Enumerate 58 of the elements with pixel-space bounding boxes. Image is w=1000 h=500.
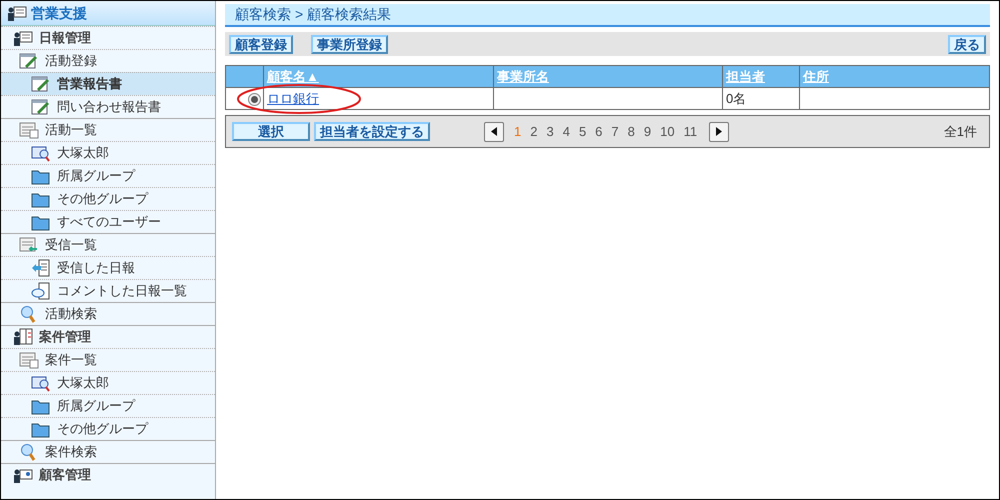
breadcrumb-current: 顧客検索結果: [307, 5, 392, 24]
document-list-icon: [19, 121, 39, 139]
total-count: 全1件: [944, 122, 977, 141]
sidebar-item[interactable]: 大塚太郎: [1, 371, 215, 394]
table-cell: 0名: [726, 90, 746, 106]
page-number[interactable]: 6: [595, 122, 602, 142]
sidebar-item[interactable]: すべてのユーザー: [1, 210, 215, 233]
form-pen-icon: [31, 75, 51, 93]
inbox-list-icon: [19, 236, 39, 254]
toolbar-button[interactable]: 顧客登録: [229, 34, 293, 54]
page-number[interactable]: 11: [684, 122, 698, 142]
page-number[interactable]: 9: [644, 122, 652, 142]
card-magnifier-icon: [31, 374, 51, 392]
sidebar-item[interactable]: 営業報告書: [1, 72, 215, 95]
sidebar-title: 営業支援: [31, 4, 87, 22]
left-triangle-icon: [491, 127, 497, 136]
document-arrow-icon: [31, 259, 51, 277]
document-list-icon: [19, 351, 39, 369]
footer-button[interactable]: 担当者を設定する: [314, 122, 430, 141]
sidebar-item[interactable]: その他グループ: [1, 187, 215, 210]
sidebar-item[interactable]: 大塚太郎: [1, 141, 215, 164]
page-number[interactable]: 8: [628, 122, 635, 142]
sidebar-item[interactable]: 問い合わせ報告書: [1, 95, 215, 118]
person-document-icon: [7, 4, 27, 22]
back-button[interactable]: 戻る: [948, 34, 986, 54]
previous-page-button[interactable]: [484, 122, 504, 142]
sidebar-item[interactable]: 受信一覧: [1, 233, 215, 256]
sidebar-item[interactable]: コメントした日報一覧: [1, 279, 215, 302]
form-pen-icon: [31, 98, 51, 116]
page-number[interactable]: 5: [578, 122, 586, 142]
sidebar-item[interactable]: 受信した日報: [1, 256, 215, 279]
speech-bubble-document-icon: [31, 282, 51, 300]
sidebar-item[interactable]: その他グループ: [1, 417, 215, 440]
sidebar-item[interactable]: 所属グループ: [1, 394, 215, 417]
sidebar-item[interactable]: 所属グループ: [1, 164, 215, 187]
sidebar-item[interactable]: 案件一覧: [1, 348, 215, 371]
sidebar-item[interactable]: 案件検索: [1, 440, 215, 463]
page-number[interactable]: 10: [660, 122, 675, 142]
person-document-icon: [13, 29, 33, 47]
sidebar-section-header[interactable]: 日報管理: [1, 26, 215, 49]
page-number[interactable]: 3: [546, 122, 554, 142]
card-magnifier-icon: [31, 144, 51, 162]
breadcrumb-link[interactable]: 顧客検索: [235, 4, 291, 25]
next-page-button[interactable]: [709, 122, 730, 142]
breadcrumb-separator: >: [295, 5, 304, 24]
sidebar-item[interactable]: 活動一覧: [1, 118, 215, 141]
footer-button[interactable]: 選択: [232, 122, 310, 141]
page-number[interactable]: 4: [562, 122, 570, 142]
toolbar-button[interactable]: 事業所登録: [311, 34, 388, 54]
person-binder-icon: [13, 328, 33, 346]
page-number[interactable]: 2: [530, 122, 538, 142]
form-pen-icon: [19, 52, 39, 70]
sidebar-section-header[interactable]: 顧客管理: [1, 463, 215, 486]
sidebar-section-header[interactable]: 案件管理: [1, 325, 215, 348]
sidebar-item[interactable]: 活動検索: [1, 302, 215, 325]
page-number[interactable]: 7: [611, 122, 619, 142]
right-triangle-icon: [716, 127, 722, 136]
radio-button[interactable]: [248, 92, 261, 106]
